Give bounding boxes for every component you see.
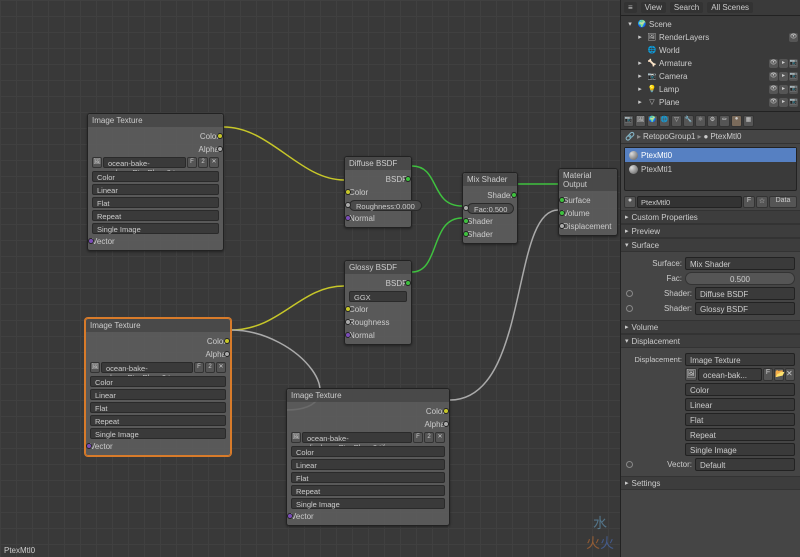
image-selector[interactable]: 🖼ocean-bake-colour_PtexPlane0.tF2✕: [92, 157, 219, 168]
properties-panel: ≡ View Search All Scenes ▾🌍Scene ▸🖼Rende…: [620, 0, 800, 557]
node-image-texture-displace[interactable]: Image Texture Color Alpha 🖼ocean-bake-di…: [286, 388, 450, 526]
image-name-field[interactable]: ocean-bak...: [698, 368, 762, 381]
tab-render: 📷: [623, 115, 634, 127]
property-tabs[interactable]: 📷🖼🌍🌐▽🔧⚛⚙✏●▦: [621, 112, 800, 130]
section-volume[interactable]: Volume: [621, 320, 800, 334]
status-text: PtexMtl0: [4, 546, 35, 555]
section-displacement[interactable]: Displacement: [621, 334, 800, 348]
socket-color[interactable]: Color: [349, 188, 368, 197]
outliner-scene: Scene: [649, 20, 798, 29]
distribution-dropdown[interactable]: GGX: [349, 291, 407, 302]
socket-roughness[interactable]: Roughness: [349, 318, 389, 327]
node-toggle-button: ☆: [756, 196, 768, 208]
material-slot-0: PtexMtl0: [625, 148, 796, 162]
section-preview[interactable]: Preview: [621, 224, 800, 238]
fac-input[interactable]: 0.500: [685, 272, 795, 285]
material-list[interactable]: PtexMtl0 PtexMtl1: [624, 147, 797, 191]
node-title: Image Texture: [287, 389, 449, 402]
outliner[interactable]: ▾🌍Scene ▸🖼RenderLayers👁 🌐World ▸🦴Armatur…: [621, 16, 800, 112]
node-glossy-bsdf[interactable]: Glossy BSDF BSDF GGX Color Roughness Nor…: [344, 260, 412, 345]
camera-icon: 📷: [647, 72, 657, 82]
socket-alpha-out[interactable]: Alpha: [206, 350, 226, 359]
outliner-item: Armature: [659, 59, 769, 68]
node-image-texture-colour[interactable]: Image Texture Color Alpha 🖼ocean-bake-co…: [87, 113, 224, 251]
node-material-output[interactable]: Material Output Surface Volume Displacem…: [558, 168, 618, 236]
material-slot-1: PtexMtl1: [625, 162, 796, 176]
socket-volume[interactable]: Volume: [563, 209, 590, 218]
node-title: Mix Shader: [463, 173, 517, 186]
socket-alpha-out[interactable]: Alpha: [425, 420, 445, 429]
surface-shader-dropdown[interactable]: Mix Shader: [685, 257, 795, 270]
section-surface[interactable]: Surface: [621, 238, 800, 252]
material-name-input: PtexMtl0: [637, 196, 742, 208]
menu-search[interactable]: Search: [670, 2, 703, 13]
material-browse-icon: ●: [624, 196, 636, 208]
renderlayers-icon: 🖼: [647, 33, 657, 43]
node-title: Glossy BSDF: [345, 261, 411, 274]
socket-vector[interactable]: Vector: [291, 512, 314, 521]
socket-normal[interactable]: Normal: [349, 214, 375, 223]
node-title: Diffuse BSDF: [345, 157, 411, 170]
section-settings[interactable]: Settings: [621, 476, 800, 490]
armature-icon: 🦴: [647, 59, 657, 69]
socket-vector[interactable]: Vector: [90, 442, 113, 451]
outliner-item: RenderLayers: [659, 33, 789, 42]
socket-vector[interactable]: Vector: [92, 237, 115, 246]
node-title: Image Texture: [86, 319, 230, 332]
world-icon: 🌐: [647, 46, 657, 56]
lamp-icon: 💡: [647, 85, 657, 95]
socket-alpha-out[interactable]: Alpha: [199, 145, 219, 154]
breadcrumb: 🔗▸RetopoGroup1▸●PtexMtl0: [621, 130, 800, 144]
displacement-dropdown[interactable]: Image Texture: [685, 353, 795, 366]
image-browse-icon[interactable]: 🖼: [685, 368, 697, 381]
material-name-row[interactable]: ● PtexMtl0 F ☆ Data: [621, 194, 800, 210]
node-diffuse-bsdf[interactable]: Diffuse BSDF BSDF Color Roughness:0.000 …: [344, 156, 412, 228]
socket-shader1[interactable]: Shader: [467, 217, 493, 226]
socket-shader-out[interactable]: Shader: [487, 191, 513, 200]
node-title: Material Output: [559, 169, 617, 191]
outliner-item: Camera: [659, 72, 769, 81]
shader1-dropdown[interactable]: Diffuse BSDF: [695, 287, 795, 300]
socket-bsdf-out[interactable]: BSDF: [386, 175, 407, 184]
tab-material: ●: [731, 115, 742, 127]
section-custom-properties[interactable]: Custom Properties: [621, 210, 800, 224]
outliner-item: Plane: [659, 98, 769, 107]
shader2-dropdown[interactable]: Glossy BSDF: [695, 302, 795, 315]
mesh-icon: ▽: [647, 98, 657, 108]
socket-bsdf-out[interactable]: BSDF: [386, 279, 407, 288]
outliner-header: ≡ View Search All Scenes: [621, 0, 800, 16]
node-editor-canvas[interactable]: Material Output Surface Volume Displacem…: [0, 0, 620, 557]
outliner-item: Lamp: [659, 85, 769, 94]
editor-type-icon[interactable]: ≡: [624, 2, 637, 13]
scene-filter[interactable]: All Scenes: [707, 2, 753, 13]
menu-view[interactable]: View: [641, 2, 666, 13]
image-selector[interactable]: 🖼ocean-bake-displace_PtexPlane0.tifF2✕: [291, 432, 445, 443]
image-selector[interactable]: 🖼ocean-bake-gloss_PtexPlane0.tgaF2✕: [90, 362, 226, 373]
node-title: Image Texture: [88, 114, 223, 127]
node-mix-shader[interactable]: Mix Shader Shader Fac:0.500 Shader Shade…: [462, 172, 518, 244]
socket-surface[interactable]: Surface: [563, 196, 591, 205]
outliner-item: World: [659, 46, 798, 55]
socket-color[interactable]: Color: [349, 305, 368, 314]
socket-normal[interactable]: Normal: [349, 331, 375, 340]
node-image-texture-gloss[interactable]: Image Texture Color Alpha 🖼ocean-bake-gl…: [85, 318, 231, 456]
socket-displacement[interactable]: Displacement: [563, 222, 611, 231]
socket-shader2[interactable]: Shader: [467, 230, 493, 239]
link-mode-button: Data: [769, 196, 797, 208]
fake-user-button: F: [743, 196, 755, 208]
vector-dropdown[interactable]: Default: [695, 458, 795, 471]
